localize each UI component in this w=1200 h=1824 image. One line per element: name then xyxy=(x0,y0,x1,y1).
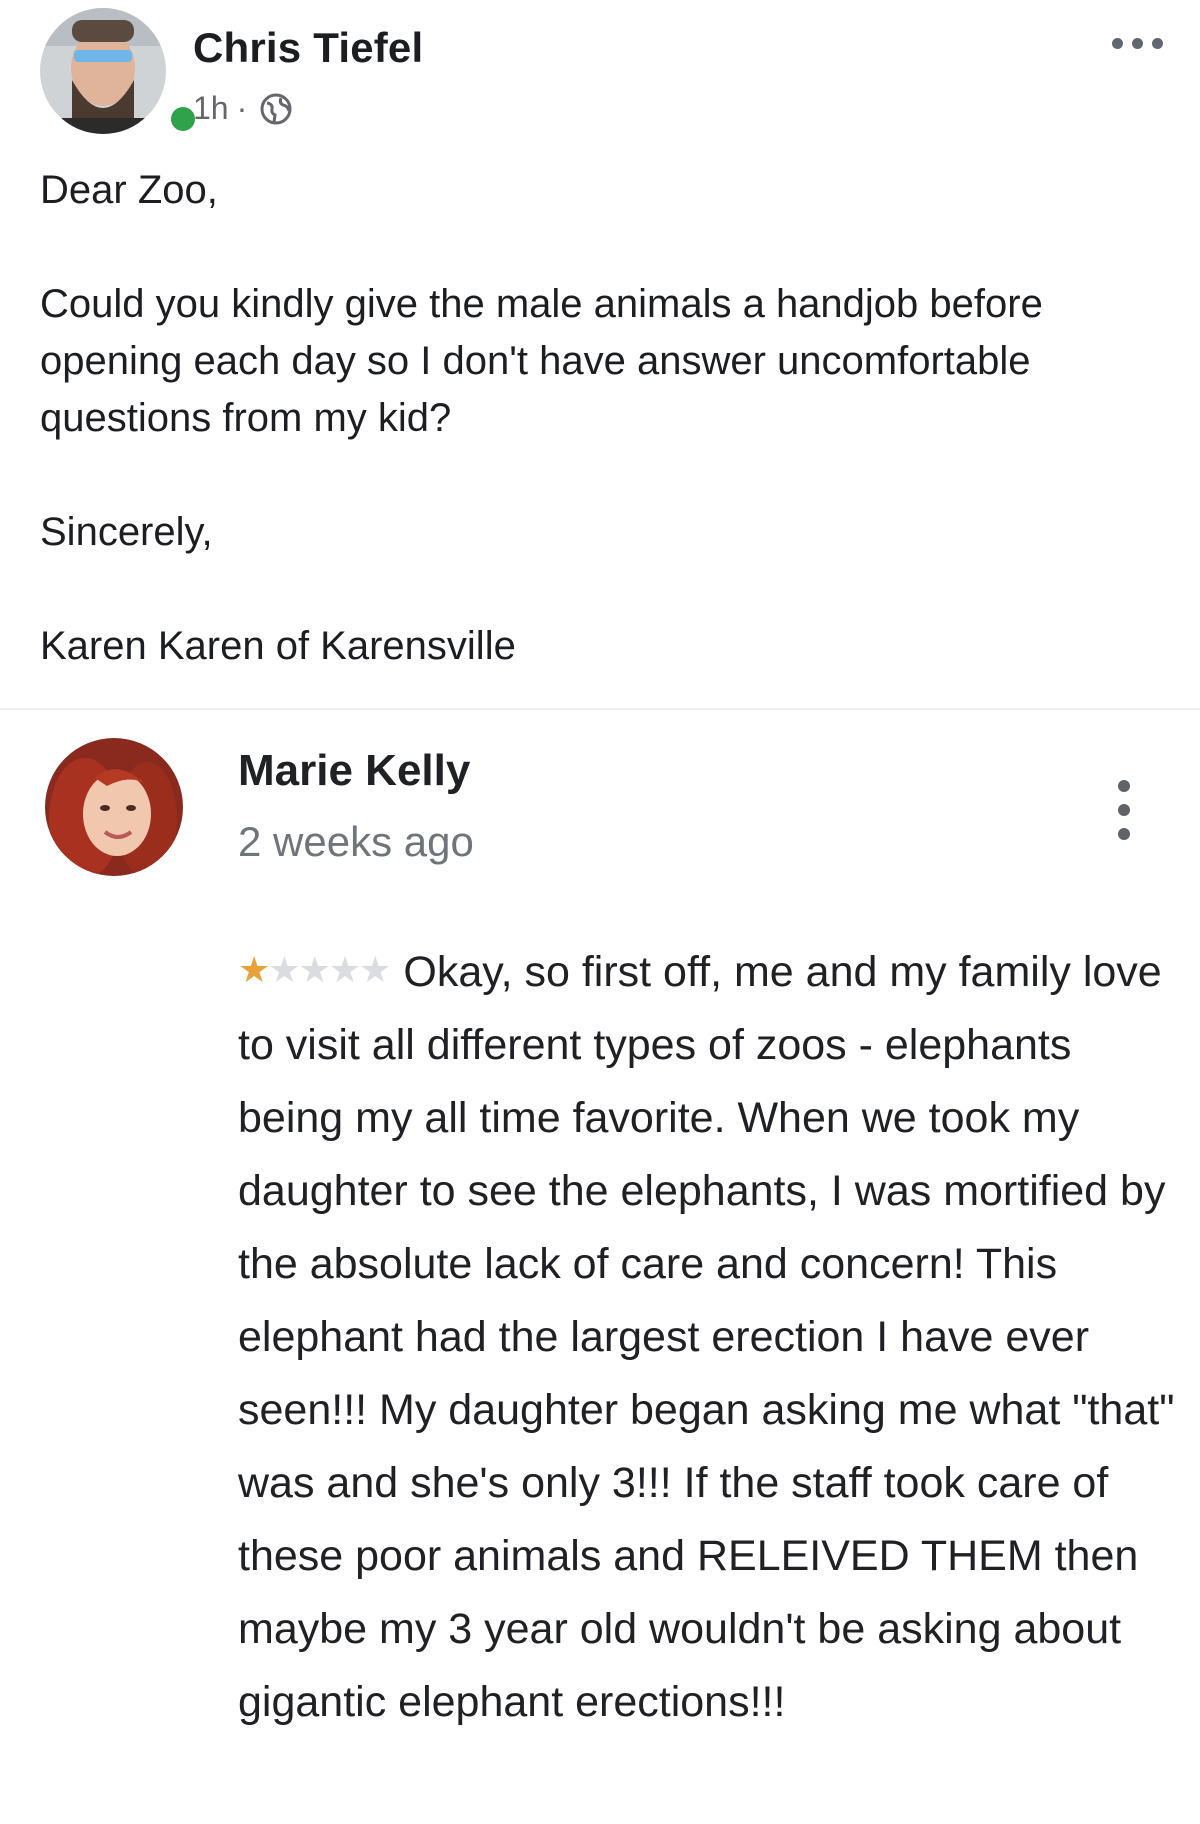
post-closing: Sincerely, xyxy=(40,510,213,554)
star-empty-icon: ★ xyxy=(359,950,391,991)
post-body: Dear Zoo, Could you kindly give the male… xyxy=(40,162,1160,675)
reviewer-name[interactable]: Marie Kelly xyxy=(238,746,470,796)
post-author-name[interactable]: Chris Tiefel xyxy=(193,24,423,72)
review-timestamp: 2 weeks ago xyxy=(238,818,474,865)
star-filled-icon: ★ xyxy=(238,950,270,991)
author-avatar[interactable] xyxy=(38,6,200,136)
star-empty-icon: ★ xyxy=(298,950,331,991)
post-message: Could you kindly give the male animals a… xyxy=(40,282,1043,440)
star-rating: ★★★★★ xyxy=(238,934,391,1007)
avatar-image xyxy=(45,738,183,876)
google-review: Marie Kelly 2 weeks ago ★★★★★ Okay, so fi… xyxy=(0,708,1200,1824)
avatar-image xyxy=(40,8,166,134)
star-empty-icon: ★ xyxy=(328,950,361,991)
reviewer-avatar[interactable] xyxy=(45,738,183,876)
review-text: Okay, so first off, me and my family lov… xyxy=(238,948,1175,1726)
review-content: ★★★★★ Okay, so first off, me and my famil… xyxy=(238,934,1178,1739)
star-empty-icon: ★ xyxy=(268,950,300,991)
meta-separator: · xyxy=(236,90,248,126)
more-horizontal-icon[interactable] xyxy=(1110,32,1166,56)
globe-icon xyxy=(259,92,293,126)
post-timestamp[interactable]: 1h xyxy=(193,90,229,127)
more-vertical-icon[interactable] xyxy=(1112,778,1136,842)
post-signature: Karen Karen of Karensville xyxy=(40,624,516,668)
post-meta: 1h · xyxy=(193,90,293,127)
facebook-post: Chris Tiefel 1h · Dear Zoo, Could you ki… xyxy=(0,0,1200,708)
post-greeting: Dear Zoo, xyxy=(40,168,218,212)
